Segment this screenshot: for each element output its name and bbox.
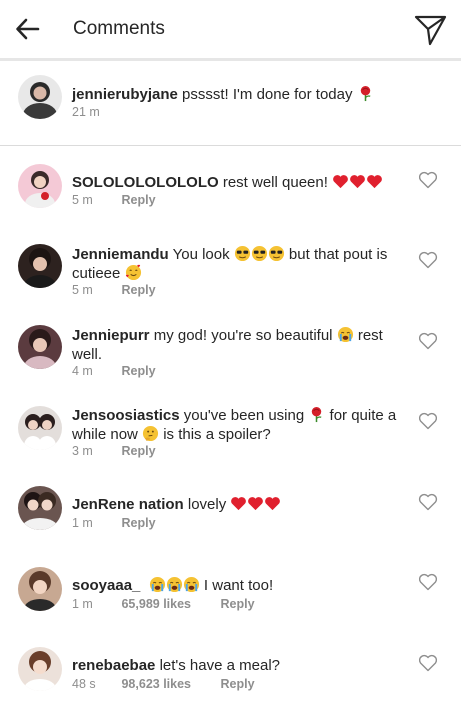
- comment-message: rest well queen!: [222, 174, 333, 191]
- comment-username[interactable]: Jenniemandu: [72, 246, 169, 263]
- reply-button[interactable]: Reply: [121, 364, 155, 378]
- heart-emoji-icon: [349, 173, 366, 190]
- page-title: Comments: [73, 18, 165, 39]
- comment-text: renebaebae let's have a meal?: [72, 656, 398, 675]
- comment-message: my god! you're so beautiful: [153, 327, 337, 344]
- comment-username[interactable]: renebaebae: [72, 657, 155, 674]
- avatar[interactable]: [18, 406, 62, 450]
- like-button[interactable]: [418, 412, 438, 430]
- comment-message: You look: [172, 246, 234, 263]
- comment-username[interactable]: SOLOLOLOLOLOLO: [72, 174, 219, 191]
- comment-timestamp: 3 m: [72, 444, 93, 458]
- crying-emoji-icon: [337, 326, 354, 343]
- avatar[interactable]: [18, 567, 62, 611]
- heart-emoji-icon: [366, 173, 383, 190]
- comment-message-cont: is this a spoiler?: [159, 426, 271, 443]
- comment-username[interactable]: sooyaaa_: [72, 577, 140, 594]
- comment-meta: 3 m Reply: [72, 444, 156, 458]
- like-button[interactable]: [418, 171, 438, 189]
- like-button[interactable]: [418, 251, 438, 269]
- reply-button[interactable]: Reply: [220, 677, 254, 691]
- smiling-hearts-emoji-icon: [125, 264, 142, 281]
- reply-button[interactable]: Reply: [121, 516, 155, 530]
- heart-outline-icon: [418, 493, 438, 511]
- comment-text: Jensoosiastics you've been using for qui…: [72, 406, 398, 444]
- reply-button[interactable]: Reply: [220, 597, 254, 611]
- comment-text: Jenniemandu You look but that pout is cu…: [72, 245, 398, 283]
- comment-text: JenRene nation lovely: [72, 495, 398, 514]
- share-button[interactable]: [412, 12, 448, 48]
- caption-divider: [0, 145, 461, 146]
- comment-username[interactable]: JenRene nation: [72, 496, 184, 513]
- comment-text: sooyaaa_ I want too!: [72, 576, 398, 595]
- heart-emoji-icon: [332, 173, 349, 190]
- caption-username[interactable]: jennierubyjane: [72, 86, 178, 103]
- avatar[interactable]: [18, 164, 62, 208]
- comment-text: Jenniepurr my god! you're so beautiful r…: [72, 326, 398, 364]
- comment-meta: 5 m Reply: [72, 193, 156, 207]
- like-count[interactable]: 65,989 likes: [121, 597, 191, 611]
- heart-outline-icon: [418, 573, 438, 591]
- caption-message: psssst! I'm done for today: [182, 86, 353, 103]
- comment-timestamp: 1 m: [72, 597, 93, 611]
- header-bar: Comments: [0, 0, 461, 58]
- avatar[interactable]: [18, 647, 62, 691]
- comment-timestamp: 4 m: [72, 364, 93, 378]
- back-button[interactable]: [14, 15, 42, 43]
- heart-outline-icon: [418, 654, 438, 672]
- caption-text: jennierubyjane psssst! I'm done for toda…: [72, 85, 398, 104]
- heart-emoji-icon: [247, 495, 264, 512]
- heart-outline-icon: [418, 412, 438, 430]
- comment-message: let's have a meal?: [159, 657, 280, 674]
- avatar[interactable]: [18, 244, 62, 288]
- like-button[interactable]: [418, 332, 438, 350]
- comment-message: lovely: [187, 496, 231, 513]
- comment-message-cont: I want too!: [199, 577, 274, 594]
- sunglasses-emoji-icon: [251, 245, 268, 262]
- heart-emoji-icon: [230, 495, 247, 512]
- sunglasses-emoji-icon: [234, 245, 251, 262]
- reply-button[interactable]: Reply: [121, 444, 155, 458]
- post-caption: jennierubyjane psssst! I'm done for toda…: [0, 61, 461, 145]
- rose-emoji-icon: [357, 85, 374, 102]
- like-button[interactable]: [418, 573, 438, 591]
- rose-emoji-icon: [308, 406, 325, 423]
- caption-timestamp: 21 m: [72, 105, 100, 119]
- comment-timestamp: 5 m: [72, 193, 93, 207]
- comment-meta: 48 s 98,623 likes Reply: [72, 677, 255, 691]
- crying-emoji-icon: [149, 576, 166, 593]
- avatar[interactable]: [18, 486, 62, 530]
- heart-outline-icon: [418, 332, 438, 350]
- comment-message: you've been using: [183, 407, 309, 424]
- like-count[interactable]: 98,623 likes: [121, 677, 191, 691]
- avatar[interactable]: [18, 75, 62, 119]
- thinking-emoji-icon: [142, 425, 159, 442]
- comment-username[interactable]: Jenniepurr: [72, 327, 150, 344]
- crying-emoji-icon: [166, 576, 183, 593]
- reply-button[interactable]: Reply: [121, 193, 155, 207]
- comment-meta: 1 m Reply: [72, 516, 156, 530]
- crying-emoji-icon: [183, 576, 200, 593]
- comment-username[interactable]: Jensoosiastics: [72, 407, 180, 424]
- comment-meta: 1 m 65,989 likes Reply: [72, 597, 255, 611]
- comment-timestamp: 5 m: [72, 283, 93, 297]
- sunglasses-emoji-icon: [268, 245, 285, 262]
- comment-timestamp: 1 m: [72, 516, 93, 530]
- heart-outline-icon: [418, 251, 438, 269]
- comment-timestamp: 48 s: [72, 677, 96, 691]
- avatar[interactable]: [18, 325, 62, 369]
- back-arrow-icon: [16, 18, 40, 40]
- heart-outline-icon: [418, 171, 438, 189]
- comment-meta: 4 m Reply: [72, 364, 156, 378]
- comment-text: SOLOLOLOLOLOLO rest well queen!: [72, 173, 398, 192]
- reply-button[interactable]: Reply: [121, 283, 155, 297]
- comment-meta: 5 m Reply: [72, 283, 156, 297]
- caption-meta: 21 m: [72, 105, 118, 119]
- like-button[interactable]: [418, 654, 438, 672]
- paper-plane-icon: [414, 15, 447, 46]
- like-button[interactable]: [418, 493, 438, 511]
- heart-emoji-icon: [264, 495, 281, 512]
